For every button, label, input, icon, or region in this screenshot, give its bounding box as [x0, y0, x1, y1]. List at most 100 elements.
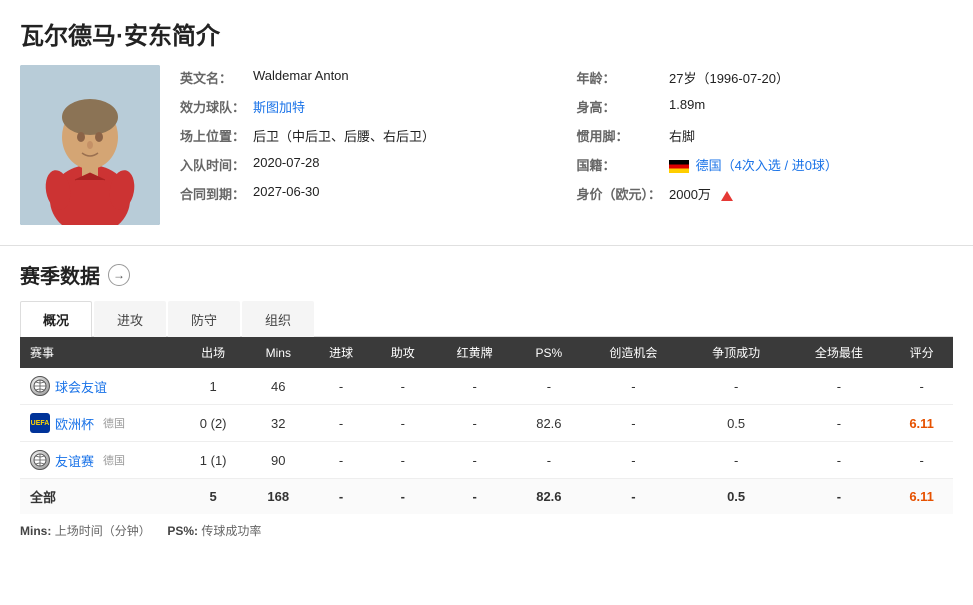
cell-ps: 82.6	[516, 479, 582, 515]
value-joined: 2020-07-28	[253, 152, 556, 177]
table-row: 友谊赛德国1 (1)90--------	[20, 442, 953, 479]
col-motm: 全场最佳	[788, 337, 891, 368]
cell-cards: -	[434, 442, 516, 479]
profile-section: 瓦尔德马·安东简介	[0, 0, 973, 246]
label-height: 身高：	[577, 94, 662, 119]
cell-chances: -	[582, 368, 685, 405]
cell-mins: 32	[246, 405, 310, 442]
cell-assists: -	[372, 405, 434, 442]
tab-attack[interactable]: 进攻	[94, 301, 166, 337]
cell-competition: 球会友谊	[20, 368, 180, 405]
cell-appearances: 1	[180, 368, 246, 405]
profile-content: 英文名： Waldemar Anton 效力球队： 斯图加特 场上位置： 后卫（…	[20, 65, 953, 225]
nationality-link[interactable]: 德国（4次入选 / 进0球）	[696, 158, 838, 173]
cell-aerial: -	[685, 368, 788, 405]
cell-ps: -	[516, 368, 582, 405]
col-mins: Mins	[246, 337, 310, 368]
tab-defense[interactable]: 防守	[168, 301, 240, 337]
label-nationality: 国籍：	[577, 152, 662, 177]
col-rating: 评分	[890, 337, 953, 368]
value-height: 1.89m	[669, 94, 953, 119]
cell-aerial: 0.5	[685, 405, 788, 442]
col-goals: 进球	[310, 337, 372, 368]
tab-overview[interactable]: 概况	[20, 301, 92, 337]
cell-motm: -	[788, 479, 891, 515]
table-row: 球会友谊146--------	[20, 368, 953, 405]
cell-rating: -	[890, 368, 953, 405]
footnote-ps-label: PS%:	[167, 524, 198, 538]
competition-link[interactable]: 欧洲杯	[55, 414, 94, 433]
col-competition: 赛事	[20, 337, 180, 368]
cell-goals: -	[310, 479, 372, 515]
footnote-mins-label: Mins:	[20, 524, 51, 538]
cell-mins: 90	[246, 442, 310, 479]
cell-mins: 168	[246, 479, 310, 515]
label-position: 场上位置：	[180, 123, 245, 148]
team-link[interactable]: 斯图加特	[253, 100, 305, 115]
value-team: 斯图加特	[253, 94, 556, 119]
label-age: 年龄：	[577, 65, 662, 90]
cell-cards: -	[434, 368, 516, 405]
col-appearances: 出场	[180, 337, 246, 368]
value-age: 27岁（1996-07-20）	[669, 65, 953, 90]
stats-table: 赛事 出场 Mins 进球 助攻 红黄牌 PS% 创造机会 争顶成功 全场最佳 …	[20, 337, 953, 514]
cell-competition: 友谊赛德国	[20, 442, 180, 479]
friendint-icon	[30, 450, 50, 470]
euro-icon: UEFA	[30, 413, 50, 433]
player-info-right: 年龄： 27岁（1996-07-20） 身高： 1.89m 惯用脚： 右脚 国籍…	[577, 65, 954, 225]
cell-cards: -	[434, 479, 516, 515]
germany-flag-icon	[669, 160, 689, 173]
competition-nation: 德国	[103, 415, 125, 431]
stats-navigate-button[interactable]: →	[108, 264, 130, 286]
tab-organize[interactable]: 组织	[242, 301, 314, 337]
tabs-row: 概况 进攻 防守 组织	[20, 301, 953, 337]
cell-aerial: 0.5	[685, 479, 788, 515]
cell-assists: -	[372, 442, 434, 479]
competition-nation: 德国	[103, 452, 125, 468]
player-photo	[20, 65, 160, 225]
competition-link[interactable]: 球会友谊	[55, 377, 107, 396]
cell-competition: UEFA 欧洲杯德国	[20, 405, 180, 442]
cell-ps: 82.6	[516, 405, 582, 442]
cell-cards: -	[434, 405, 516, 442]
cell-chances: -	[582, 405, 685, 442]
label-joined: 入队时间：	[180, 152, 245, 177]
cell-rating: -	[890, 442, 953, 479]
cell-goals: -	[310, 368, 372, 405]
page-title: 瓦尔德马·安东简介	[20, 16, 953, 51]
footnotes: Mins: 上场时间（分钟） PS%: 传球成功率	[20, 522, 953, 539]
competition-total-label: 全部	[30, 490, 56, 505]
cell-rating: 6.11	[890, 405, 953, 442]
cell-motm: -	[788, 405, 891, 442]
label-contract: 合同到期：	[180, 181, 245, 206]
value-nationality: 德国（4次入选 / 进0球）	[669, 152, 953, 177]
col-cards: 红黄牌	[434, 337, 516, 368]
cell-appearances: 5	[180, 479, 246, 515]
col-aerial: 争顶成功	[685, 337, 788, 368]
col-ps: PS%	[516, 337, 582, 368]
value-foot: 右脚	[669, 123, 953, 148]
cell-goals: -	[310, 405, 372, 442]
value-position: 后卫（中后卫、后腰、右后卫）	[253, 123, 556, 148]
label-english-name: 英文名：	[180, 65, 245, 90]
competition-link[interactable]: 友谊赛	[55, 451, 94, 470]
value-price: 2000万	[669, 181, 953, 206]
value-english-name: Waldemar Anton	[253, 65, 556, 90]
cell-assists: -	[372, 479, 434, 515]
label-foot: 惯用脚：	[577, 123, 662, 148]
cell-chances: -	[582, 479, 685, 515]
price-up-arrow-icon	[721, 191, 733, 201]
cell-chances: -	[582, 442, 685, 479]
footnote-ps-text: 传球成功率	[201, 524, 261, 538]
table-row: UEFA欧洲杯德国0 (2)32---82.6-0.5-6.11	[20, 405, 953, 442]
cell-appearances: 1 (1)	[180, 442, 246, 479]
cell-competition: 全部	[20, 479, 180, 515]
friendly-icon	[30, 376, 50, 396]
cell-appearances: 0 (2)	[180, 405, 246, 442]
table-header-row: 赛事 出场 Mins 进球 助攻 红黄牌 PS% 创造机会 争顶成功 全场最佳 …	[20, 337, 953, 368]
cell-motm: -	[788, 442, 891, 479]
stats-title: 赛季数据 →	[20, 260, 953, 289]
cell-ps: -	[516, 442, 582, 479]
footnote-mins-text: 上场时间（分钟）	[55, 524, 151, 538]
cell-goals: -	[310, 442, 372, 479]
